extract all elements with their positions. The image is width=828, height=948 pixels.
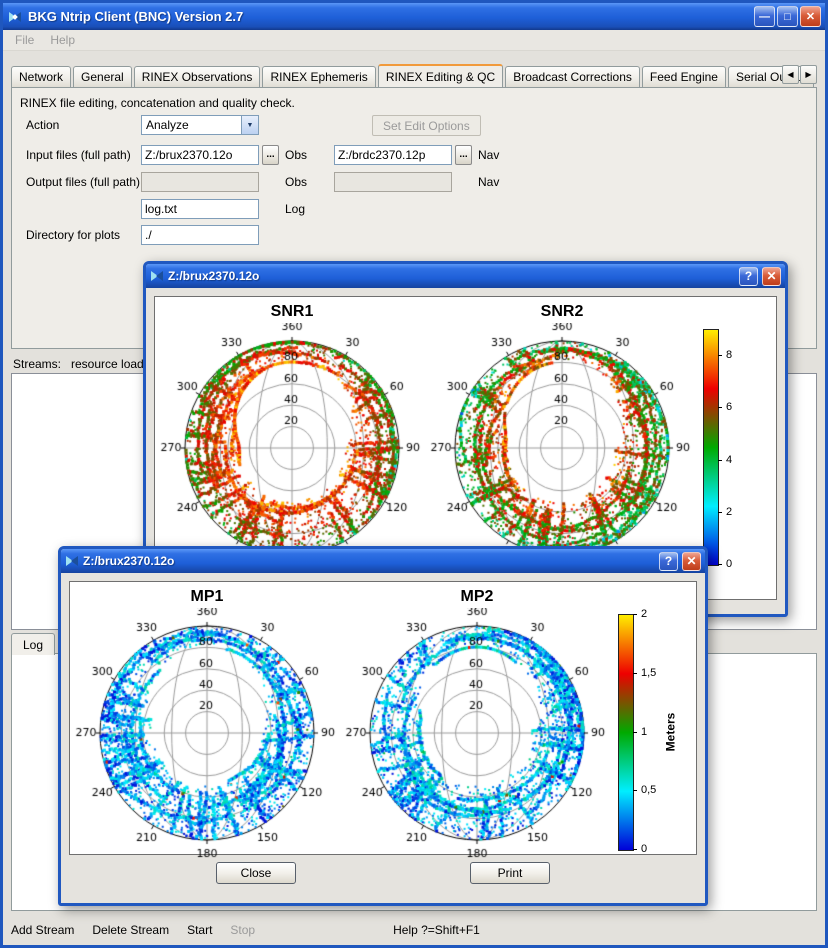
colorbar-tick <box>718 512 722 513</box>
plot-title-mp1: MP1 <box>191 588 224 606</box>
colorbar-tick <box>633 732 637 733</box>
tab-scroll-right-button[interactable]: ▶ <box>800 65 817 84</box>
add-stream-button[interactable]: Add Stream <box>11 923 74 937</box>
mp2-skyplot <box>342 608 612 858</box>
colorbar-tick <box>633 673 637 674</box>
snr-dialog-titlebar[interactable]: Z:/brux2370.12o ? ✕ <box>146 264 785 288</box>
logfile-label: Log <box>285 202 305 216</box>
tab-broadcast-corrections[interactable]: Broadcast Corrections <box>505 66 640 87</box>
snr1-skyplot <box>157 323 427 573</box>
tab-network[interactable]: Network <box>11 66 71 87</box>
colorbar-tick-label: 0 <box>641 843 647 855</box>
colorbar-gradient <box>618 614 634 851</box>
nav-label: Nav <box>478 148 499 162</box>
close-icon[interactable]: ✕ <box>682 552 701 571</box>
colorbar-tick <box>718 355 722 356</box>
close-button-icon[interactable]: ✕ <box>800 6 821 27</box>
combo-arrow-icon: ▼ <box>241 116 258 134</box>
print-plot-button[interactable]: Print <box>470 862 550 884</box>
mp-colorbar: Meters 21,510,50 <box>612 614 696 854</box>
colorbar-tick-label: 1 <box>641 726 647 738</box>
colorbar-tick-label: 0,5 <box>641 784 656 796</box>
tab-general[interactable]: General <box>73 66 132 87</box>
tab-bar: NetworkGeneralRINEX ObservationsRINEX Ep… <box>11 63 817 87</box>
mp-dialog-titlebar[interactable]: Z:/brux2370.12o ? ✕ <box>61 549 705 573</box>
output-nav-field[interactable] <box>334 172 452 192</box>
close-plot-button[interactable]: Close <box>216 862 296 884</box>
bnc-app-icon <box>65 554 79 568</box>
tab-rinex-ephemeris[interactable]: RINEX Ephemeris <box>262 66 375 87</box>
bottom-action-bar: Add Stream Delete Stream Start Stop Help ?=S… <box>3 915 825 945</box>
tab-rinex-editing-qc[interactable]: RINEX Editing & QC <box>378 64 503 87</box>
action-label: Action <box>26 118 59 132</box>
streams-status-label: Streams: resource load <box>13 357 144 371</box>
mp1-skyplot <box>72 608 342 858</box>
mp-dialog-title: Z:/brux2370.12o <box>83 554 655 568</box>
colorbar-gradient <box>703 329 719 566</box>
bnc-app-icon <box>150 269 164 283</box>
set-edit-options-button[interactable]: Set Edit Options <box>372 115 481 136</box>
maximize-button-icon[interactable]: □ <box>777 6 798 27</box>
colorbar-title: Meters <box>663 712 677 751</box>
window-title: BKG Ntrip Client (BNC) Version 2.7 <box>28 9 749 24</box>
minimize-button-icon[interactable]: — <box>754 6 775 27</box>
colorbar-tick-label: 1,5 <box>641 667 656 679</box>
action-value: Analyze <box>142 118 241 132</box>
stop-button[interactable]: Stop <box>230 923 255 937</box>
browse-obs-button[interactable]: ... <box>262 145 279 165</box>
tab-rinex-observations[interactable]: RINEX Observations <box>134 66 261 87</box>
colorbar-tick-label: 6 <box>726 401 732 413</box>
colorbar-tick-label: 2 <box>726 506 732 518</box>
help-icon[interactable]: ? <box>659 552 678 571</box>
colorbar-tick <box>633 849 637 850</box>
bnc-app-icon <box>7 9 23 25</box>
start-button[interactable]: Start <box>187 923 212 937</box>
mp-dialog-buttons: Close Print <box>69 855 697 884</box>
tab-feed-engine[interactable]: Feed Engine <box>642 66 726 87</box>
output-files-label: Output files (full path) <box>26 175 140 189</box>
logfile-field[interactable] <box>141 199 259 219</box>
plots-dir-label: Directory for plots <box>26 228 120 242</box>
plot-title-snr1: SNR1 <box>271 303 314 321</box>
output-obs-field[interactable] <box>141 172 259 192</box>
colorbar-tick-label: 4 <box>726 454 732 466</box>
colorbar-tick-label: 0 <box>726 558 732 570</box>
plot-title-mp2: MP2 <box>461 588 494 606</box>
snr2-skyplot <box>427 323 697 573</box>
panel-description: RINEX file editing, concatenation and qu… <box>20 96 295 110</box>
colorbar-tick-label: 2 <box>641 608 647 620</box>
snr-dialog-title: Z:/brux2370.12o <box>168 269 735 283</box>
menu-help[interactable]: Help <box>42 32 83 48</box>
colorbar-tick <box>718 564 722 565</box>
tab-scroll-left-button[interactable]: ◀ <box>782 65 799 84</box>
bnc-main-window: BKG Ntrip Client (BNC) Version 2.7 — □ ✕… <box>0 0 828 948</box>
colorbar-tick <box>718 460 722 461</box>
input-nav-field[interactable] <box>334 145 452 165</box>
plot-title-snr2: SNR2 <box>541 303 584 321</box>
plots-dir-field[interactable] <box>141 225 259 245</box>
obs-label: Obs <box>285 148 307 162</box>
window-titlebar[interactable]: BKG Ntrip Client (BNC) Version 2.7 — □ ✕ <box>3 3 825 30</box>
action-select[interactable]: Analyze ▼ <box>141 115 259 135</box>
menu-file[interactable]: File <box>7 32 42 48</box>
input-obs-field[interactable] <box>141 145 259 165</box>
colorbar-tick <box>633 790 637 791</box>
tab-scroll-buttons: ◀ ▶ <box>782 65 817 84</box>
colorbar-tick <box>633 614 637 615</box>
output-nav-label: Nav <box>478 175 499 189</box>
browse-nav-button[interactable]: ... <box>455 145 472 165</box>
menubar: File Help <box>3 30 825 51</box>
mp-plot-area: MP1 MP2 Meters 2 1,5 1 0,5 0 <box>69 581 697 855</box>
close-icon[interactable]: ✕ <box>762 267 781 286</box>
output-obs-label: Obs <box>285 175 307 189</box>
colorbar-tick <box>718 407 722 408</box>
help-icon[interactable]: ? <box>739 267 758 286</box>
help-shortcut-label: Help ?=Shift+F1 <box>393 923 480 937</box>
snr-colorbar: 8 6 4 2 0 <box>697 329 771 569</box>
delete-stream-button[interactable]: Delete Stream <box>92 923 169 937</box>
tab-log[interactable]: Log <box>11 633 55 655</box>
colorbar-tick-label: 8 <box>726 349 732 361</box>
input-files-label: Input files (full path) <box>26 148 131 162</box>
mp-plot-window: Z:/brux2370.12o ? ✕ MP1 MP2 Meters 2 1,5 1… <box>58 546 708 906</box>
